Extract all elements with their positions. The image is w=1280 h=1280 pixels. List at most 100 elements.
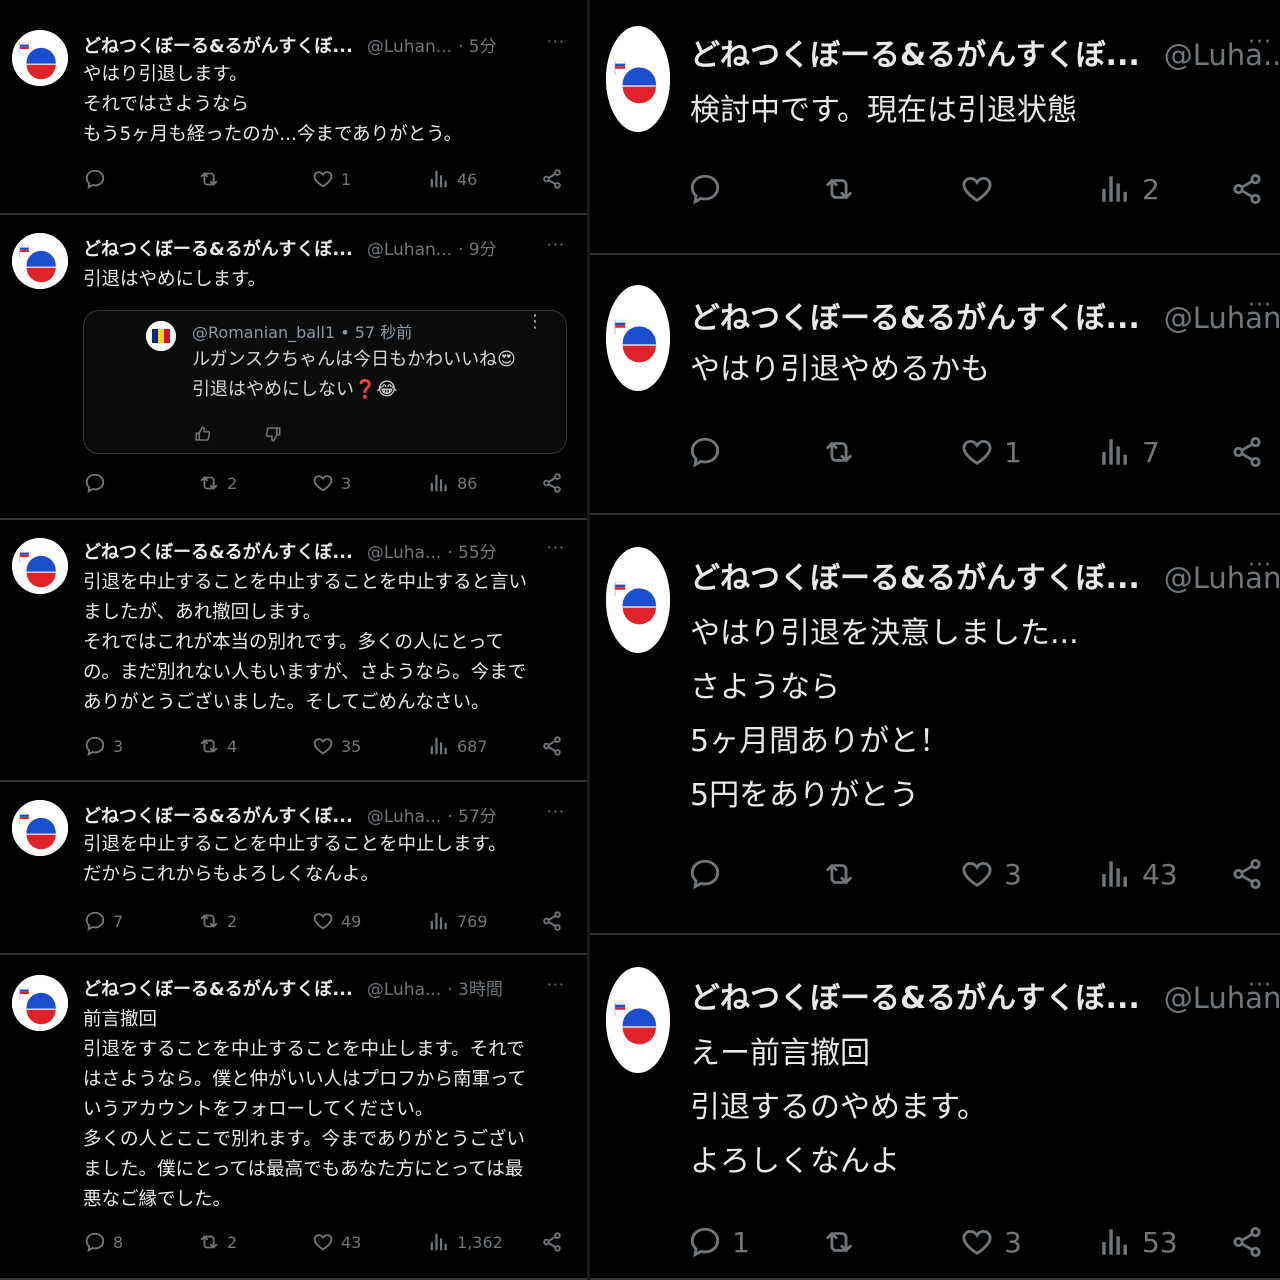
tweet[interactable]: どねつくぼーる&るがんすくぼ...@Luha...· 58秒··· 検討中です。現… — [590, 0, 1280, 255]
views-button[interactable]: 86 — [428, 472, 477, 494]
avatar[interactable] — [12, 538, 68, 594]
tweet[interactable]: どねつくぼーる&るがんすくぼ... @Luha... · 57分 ··· 引退を中止する… — [0, 782, 587, 955]
more-options-icon[interactable]: ··· — [547, 802, 565, 821]
views-button[interactable]: 769 — [428, 910, 488, 932]
user-handle[interactable]: @Luhan... — [367, 37, 452, 57]
like-button[interactable]: 43 — [312, 1231, 361, 1253]
share-icon[interactable] — [541, 735, 563, 757]
reply-button[interactable]: 8 — [84, 1231, 123, 1253]
display-name[interactable]: どねつくぼーる&るがんすくぼ... — [690, 293, 1140, 337]
more-options-icon[interactable]: ··· — [1248, 293, 1272, 318]
more-options-icon[interactable]: ··· — [1248, 973, 1272, 998]
like-button[interactable]: 49 — [312, 910, 361, 932]
display-name[interactable]: どねつくぼーる&るがんすくぼ... — [690, 553, 1140, 597]
avatar[interactable] — [606, 967, 670, 1073]
views-button[interactable]: 46 — [428, 168, 477, 190]
avatar[interactable] — [606, 26, 670, 132]
share-icon[interactable] — [1230, 1225, 1264, 1259]
avatar[interactable] — [606, 547, 670, 653]
display-name[interactable]: どねつくぼーる&るがんすくぼ... — [83, 32, 353, 58]
like-button[interactable]: 3 — [312, 472, 351, 494]
share-icon[interactable] — [1230, 172, 1264, 206]
timestamp[interactable]: · 9分 — [458, 235, 497, 260]
views-button[interactable]: 53 — [1098, 1225, 1178, 1259]
retweet-button[interactable] — [822, 435, 866, 469]
retweet-button[interactable] — [822, 857, 866, 891]
tweet[interactable]: どねつくぼーる&るがんすくぼ... @Luhan... · 9分 ··· 引退はやめにし… — [0, 215, 587, 520]
thumbs-down-icon[interactable] — [264, 425, 282, 447]
more-options-icon[interactable]: ··· — [1248, 553, 1272, 578]
quoted-user[interactable]: @Romanian_ball1 • 57 秒前 — [192, 319, 412, 343]
display-name[interactable]: どねつくぼーる&るがんすくぼ... — [83, 538, 353, 564]
reply-button[interactable] — [84, 472, 113, 494]
retweet-button[interactable]: 2 — [198, 910, 237, 932]
reply-button[interactable]: 1 — [688, 1225, 750, 1259]
tweet[interactable]: どねつくぼーる&るがんすくぼ... @Luhan... · 5分 ··· やはり引退しま… — [0, 0, 587, 215]
user-handle[interactable]: @Luhan... — [367, 240, 452, 260]
tweet[interactable]: どねつくぼーる&るがんすくぼ...@Luhan...· 5分··· えー前言撤回引… — [590, 935, 1280, 1280]
share-icon[interactable] — [541, 168, 563, 190]
more-options-icon[interactable]: ··· — [1248, 30, 1272, 55]
share-icon[interactable] — [541, 910, 563, 932]
more-options-icon[interactable]: ··· — [547, 538, 565, 557]
retweet-button[interactable]: 4 — [198, 735, 237, 757]
avatar[interactable] — [12, 30, 68, 86]
user-handle[interactable]: @Luha... — [367, 807, 441, 827]
display-name[interactable]: どねつくぼーる&るがんすくぼ... — [83, 975, 353, 1001]
timestamp[interactable]: · 3時間 — [447, 975, 503, 1000]
like-button[interactable]: 35 — [312, 735, 361, 757]
more-options-icon[interactable]: ··· — [547, 975, 565, 994]
more-options-icon[interactable]: ··· — [547, 235, 565, 254]
tweet[interactable]: どねつくぼーる&るがんすくぼ... @Luha... · 3時間 ··· 前言撤回 引退を… — [0, 955, 587, 1280]
more-options-icon[interactable]: ··· — [547, 32, 565, 51]
like-button[interactable]: 3 — [960, 1225, 1022, 1259]
tweet[interactable]: どねつくぼーる&るがんすくぼ... @Luha... · 55分 ··· 引退を中止する… — [0, 520, 587, 782]
like-button[interactable] — [960, 172, 1004, 206]
avatar[interactable] — [12, 975, 68, 1031]
reply-button[interactable] — [688, 857, 732, 891]
tweet-header: どねつくぼーる&るがんすくぼ...@Luhan...· 1分 — [690, 293, 1280, 337]
display-name[interactable]: どねつくぼーる&るがんすくぼ... — [690, 973, 1140, 1017]
views-count: 43 — [1142, 857, 1178, 891]
tweet[interactable]: どねつくぼーる&るがんすくぼ...@Luhan...· 1分··· やはり引退やめ… — [590, 255, 1280, 515]
share-icon[interactable] — [541, 1231, 563, 1253]
retweet-button[interactable]: 2 — [198, 1231, 237, 1253]
more-options-icon[interactable]: ⋮ — [526, 313, 544, 331]
views-button[interactable]: 1,362 — [428, 1231, 503, 1253]
reply-button[interactable] — [688, 172, 732, 206]
retweet-button[interactable] — [822, 172, 866, 206]
timestamp[interactable]: · 55分 — [447, 538, 496, 563]
reply-icon — [84, 1231, 106, 1253]
thumbs-up-icon[interactable] — [194, 425, 212, 447]
reply-button[interactable]: 3 — [84, 735, 123, 757]
reply-button[interactable] — [688, 435, 732, 469]
views-button[interactable]: 2 — [1098, 172, 1160, 206]
share-icon[interactable] — [1230, 857, 1264, 891]
display-name[interactable]: どねつくぼーる&るがんすくぼ... — [83, 802, 353, 828]
retweet-button[interactable] — [198, 168, 227, 190]
retweet-button[interactable]: 2 — [198, 472, 237, 494]
like-button[interactable]: 1 — [312, 168, 351, 190]
user-handle[interactable]: @Luha... — [367, 543, 441, 563]
avatar[interactable] — [606, 285, 670, 391]
share-icon[interactable] — [1230, 435, 1264, 469]
display-name[interactable]: どねつくぼーる&るがんすくぼ... — [690, 30, 1140, 74]
views-button[interactable]: 43 — [1098, 857, 1178, 891]
reply-button[interactable] — [84, 168, 113, 190]
avatar[interactable] — [12, 800, 68, 856]
display-name[interactable]: どねつくぼーる&るがんすくぼ... — [83, 235, 353, 261]
timestamp[interactable]: · 57分 — [447, 802, 496, 827]
like-button[interactable]: 1 — [960, 435, 1022, 469]
user-handle[interactable]: @Luha... — [367, 980, 441, 1000]
tweet[interactable]: どねつくぼーる&るがんすくぼ...@Luhan...· 4分··· やはり引退を決… — [590, 515, 1280, 935]
tweet-text-line: もう5ヶ月も経ったのか...今までありがとう。 — [83, 124, 463, 145]
views-button[interactable]: 687 — [428, 735, 488, 757]
share-icon[interactable] — [541, 472, 563, 494]
avatar[interactable] — [12, 233, 68, 289]
quoted-tweet[interactable]: @Romanian_ball1 • 57 秒前 ⋮ ルガンスクちゃんは今日もかわいい… — [83, 310, 567, 454]
retweet-button[interactable] — [822, 1225, 866, 1259]
timestamp[interactable]: · 5分 — [458, 32, 497, 57]
views-button[interactable]: 7 — [1098, 435, 1160, 469]
like-button[interactable]: 3 — [960, 857, 1022, 891]
reply-button[interactable]: 7 — [84, 910, 123, 932]
